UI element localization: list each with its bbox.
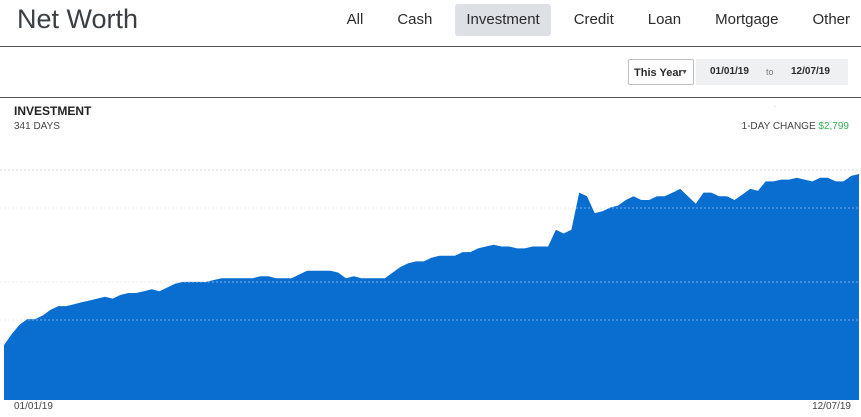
- tab-credit[interactable]: Credit: [563, 4, 625, 36]
- date-range-separator: to: [766, 67, 774, 77]
- tab-cash[interactable]: Cash: [386, 4, 443, 36]
- dot-marker: .: [774, 100, 777, 109]
- tab-other[interactable]: Other: [801, 4, 861, 36]
- change-label: 1-DAY CHANGE: [741, 121, 816, 132]
- tab-mortgage[interactable]: Mortgage: [704, 4, 789, 36]
- tab-loan[interactable]: Loan: [637, 4, 692, 36]
- range-select[interactable]: This Year ▼: [628, 59, 694, 85]
- tab-investment[interactable]: Investment: [455, 4, 551, 36]
- x-axis-end-label: 12/07/19: [812, 401, 851, 412]
- section-title: INVESTMENT: [14, 104, 92, 118]
- date-range: 01/01/19 to 12/07/19: [696, 59, 848, 85]
- date-from-field[interactable]: 01/01/19: [710, 59, 749, 85]
- change-value: $2,799: [818, 121, 849, 132]
- investment-area-chart: [0, 169, 861, 400]
- range-select-value: This Year: [634, 67, 683, 79]
- header: Net Worth All Cash Investment Credit Loa…: [0, 0, 861, 47]
- one-day-change: 1-DAY CHANGE $2,799: [742, 121, 849, 132]
- caret-down-icon: ▼: [681, 69, 688, 76]
- x-axis-start-label: 01/01/19: [14, 401, 53, 412]
- date-range-toolbar: This Year ▼ 01/01/19 to 12/07/19: [0, 47, 861, 98]
- tab-all[interactable]: All: [336, 4, 375, 36]
- date-to-field[interactable]: 12/07/19: [791, 59, 830, 85]
- account-type-tabs: All Cash Investment Credit Loan Mortgage…: [324, 4, 861, 36]
- page-title: Net Worth: [17, 4, 139, 34]
- days-count: 341 DAYS: [14, 121, 60, 132]
